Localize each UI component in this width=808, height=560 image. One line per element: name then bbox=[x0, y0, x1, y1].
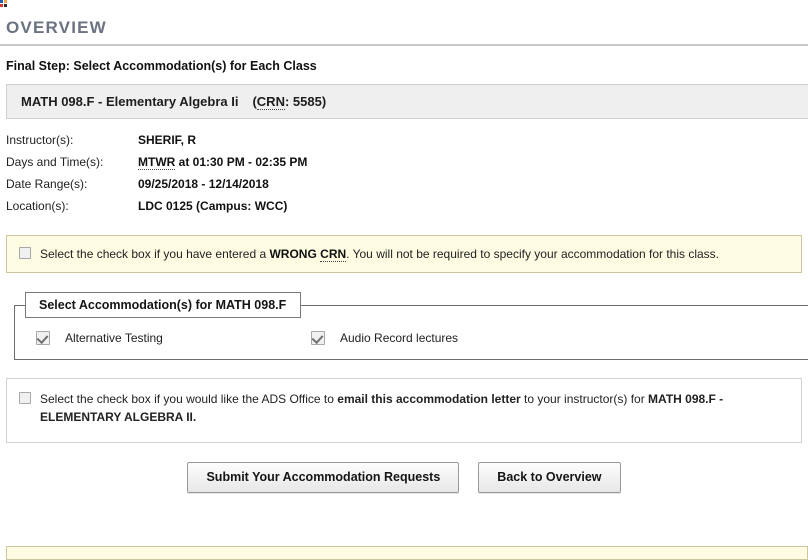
detail-label-days-time: Days and Time(s): bbox=[6, 155, 104, 169]
alternative-testing-checkbox[interactable] bbox=[36, 331, 50, 346]
accommodation-option-audio-record-lectures[interactable]: Audio Record lectures bbox=[311, 330, 459, 346]
detail-label-instructor: Instructor(s): bbox=[6, 133, 74, 147]
bottom-partial-panel bbox=[6, 546, 808, 560]
detail-value-days-time: MTWR at 01:30 PM - 02:35 PM bbox=[138, 155, 308, 170]
days-abbr: MTWR bbox=[138, 155, 176, 170]
wrong-crn-checkbox[interactable] bbox=[19, 247, 31, 259]
action-button-row: Submit Your Accommodation Requests Back … bbox=[0, 461, 808, 493]
class-header-bar: MATH 098.F - Elementary Algebra Ii (CRN: … bbox=[6, 84, 808, 119]
detail-label-date-range: Date Range(s): bbox=[6, 177, 88, 191]
accommodation-options: Alternative Testing Audio Record lecture… bbox=[15, 318, 808, 359]
back-to-overview-button[interactable]: Back to Overview bbox=[478, 461, 621, 493]
email-letter-emphasis: email this accommodation letter bbox=[337, 392, 521, 407]
wrong-label: WRONG bbox=[269, 247, 321, 261]
email-letter-text: Select the check box if you would like t… bbox=[40, 392, 724, 424]
detail-value-instructor: SHERIF, R bbox=[138, 133, 197, 147]
page-title: OVERVIEW bbox=[6, 18, 107, 37]
detail-value-date-range: 09/25/2018 - 12/14/2018 bbox=[138, 177, 269, 191]
email-letter-box: Select the check box if you would like t… bbox=[6, 378, 802, 443]
accommodation-option-label: Audio Record lectures bbox=[340, 330, 459, 345]
detail-label-location: Location(s): bbox=[6, 199, 69, 213]
class-course-name: MATH 098.F - Elementary Algebra Ii bbox=[21, 94, 239, 109]
wrong-crn-alert-text: Select the check box if you have entered… bbox=[40, 247, 720, 262]
wrong-crn-alert: Select the check box if you have entered… bbox=[6, 235, 802, 274]
accommodation-option-alternative-testing[interactable]: Alternative Testing bbox=[15, 330, 311, 346]
detail-value-location: LDC 0125 (Campus: WCC) bbox=[138, 199, 288, 213]
audio-record-lectures-checkbox[interactable] bbox=[311, 331, 325, 346]
table-row: Days and Time(s): MTWR at 01:30 PM - 02:… bbox=[6, 151, 307, 173]
final-step-heading: Final Step: Select Accommodation(s) for … bbox=[6, 59, 317, 73]
table-row: Instructor(s): SHERIF, R bbox=[6, 129, 307, 151]
class-crn: (CRN: 5585) bbox=[252, 94, 327, 110]
overview-page: OVERVIEW Final Step: Select Accommodatio… bbox=[0, 0, 808, 493]
email-letter-checkbox[interactable] bbox=[19, 392, 31, 405]
table-row: Date Range(s): 09/25/2018 - 12/14/2018 bbox=[6, 173, 307, 195]
crn-abbr: CRN bbox=[320, 247, 347, 262]
crn-abbr: CRN bbox=[256, 94, 285, 110]
accommodation-fieldset: Select Accommodation(s) for MATH 098.F A… bbox=[14, 292, 808, 361]
accommodation-option-label: Alternative Testing bbox=[65, 330, 163, 345]
table-row: Location(s): LDC 0125 (Campus: WCC) bbox=[6, 195, 307, 217]
submit-accommodation-requests-button[interactable]: Submit Your Accommodation Requests bbox=[187, 461, 460, 493]
accommodation-fieldset-legend: Select Accommodation(s) for MATH 098.F bbox=[25, 292, 302, 319]
class-details-table: Instructor(s): SHERIF, R Days and Time(s… bbox=[6, 129, 307, 217]
